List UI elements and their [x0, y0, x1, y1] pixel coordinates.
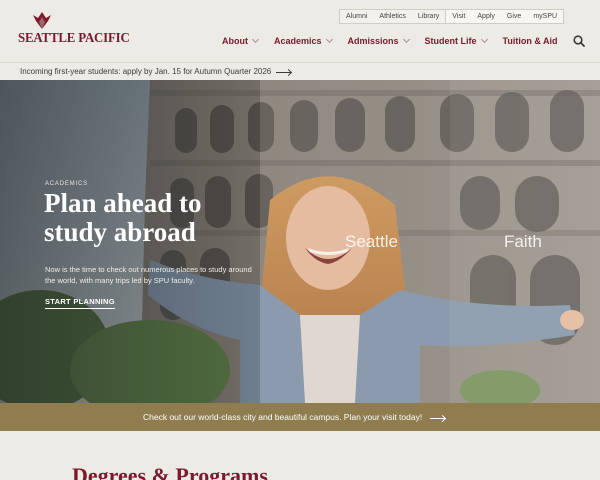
chevron-down-icon	[402, 35, 410, 44]
utility-nav: Alumni Athletics Library Visit Apply Giv…	[339, 9, 565, 24]
nav-item-admissions[interactable]: Admissions	[347, 35, 410, 46]
hero-panel-faith[interactable]: Faith	[450, 80, 600, 403]
nav-item-label: About	[222, 36, 248, 46]
utility-link-apply[interactable]: Apply	[471, 10, 501, 23]
utility-link-visit[interactable]: Visit	[446, 10, 471, 23]
announcement-bar: Incoming first-year students: apply by J…	[0, 62, 600, 80]
visit-banner-text: Check out our world-class city and beaut…	[143, 412, 423, 422]
arrow-right-icon	[276, 69, 292, 75]
hero: Seattle Faith ACADEMICS Plan ahead to st…	[0, 80, 600, 403]
nav-item-academics[interactable]: Academics	[274, 35, 333, 46]
chevron-down-icon	[251, 35, 260, 44]
chevron-down-icon	[325, 35, 333, 44]
degrees-title: Degrees & Programs	[72, 463, 268, 480]
nav-item-label: Student Life	[424, 36, 477, 46]
logo-wordmark: SEATTLE PACIFIC	[18, 31, 130, 46]
site-header: SEATTLE PACIFIC Alumni Athletics Library…	[0, 0, 600, 62]
utility-link-give[interactable]: Give	[501, 10, 527, 23]
announcement-text: Incoming first-year students: apply by J…	[20, 67, 272, 76]
flame-logo-icon	[33, 12, 51, 29]
utility-link-library[interactable]: Library	[412, 10, 445, 23]
spu-logo[interactable]: SEATTLE PACIFIC	[18, 12, 130, 48]
nav-item-student-life[interactable]: Student Life	[424, 35, 488, 46]
search-icon[interactable]	[573, 35, 585, 47]
start-planning-link[interactable]: START PLANNING	[45, 297, 115, 309]
chevron-down-icon	[480, 35, 488, 44]
nav-item-label: Admissions	[347, 36, 399, 46]
hero-panel-seattle[interactable]: Seattle	[260, 80, 450, 403]
utility-link-alumni[interactable]: Alumni	[340, 10, 373, 23]
hero-eyebrow: ACADEMICS	[45, 181, 88, 187]
nav-item-label: Tuition & Aid	[502, 36, 558, 46]
nav-item-label: Academics	[274, 36, 322, 46]
degrees-section: Degrees & Programs	[0, 431, 600, 480]
announcement-link[interactable]: Incoming first-year students: apply by J…	[20, 67, 292, 76]
nav-item-about[interactable]: About	[222, 35, 260, 46]
main-nav: About Academics Admissions Student Life …	[222, 35, 558, 46]
panel-label-seattle: Seattle	[345, 232, 398, 251]
hero-title: Plan ahead to study abroad	[44, 188, 202, 247]
visit-banner: Check out our world-class city and beaut…	[0, 403, 600, 431]
hero-body: Now is the time to check out numerous pl…	[45, 265, 252, 285]
nav-item-tuition-aid[interactable]: Tuition & Aid	[503, 36, 558, 46]
utility-link-myspu[interactable]: mySPU	[527, 10, 563, 23]
arrow-right-icon	[430, 415, 446, 421]
visit-banner-link[interactable]: Check out our world-class city and beaut…	[143, 412, 446, 422]
utility-link-athletics[interactable]: Athletics	[373, 10, 411, 23]
utility-nav-left: Alumni Athletics Library	[339, 9, 447, 24]
panel-label-faith: Faith	[504, 232, 542, 251]
utility-nav-right: Visit Apply Give mySPU	[446, 9, 565, 24]
